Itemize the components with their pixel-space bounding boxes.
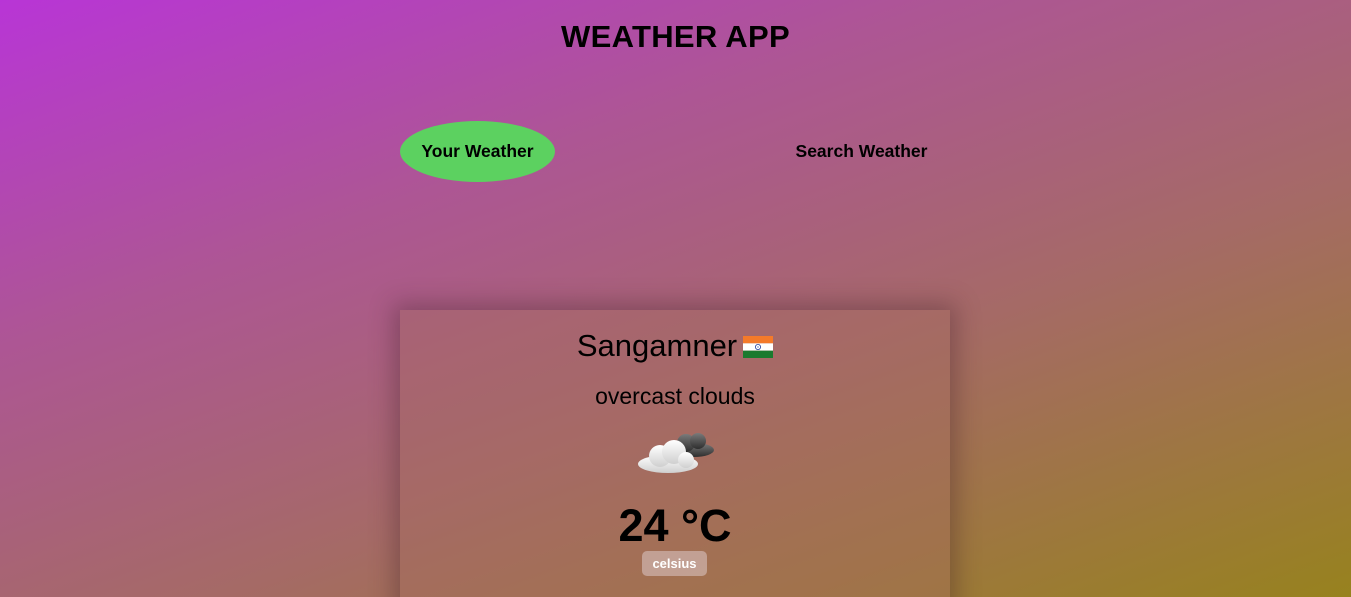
weather-description: overcast clouds	[595, 383, 755, 409]
tab-your-weather-label: Your Weather	[421, 141, 534, 161]
tab-search-weather[interactable]: Search Weather	[784, 121, 939, 182]
city-row: Sangamner	[400, 328, 950, 364]
india-flag-icon	[743, 336, 774, 358]
cloud-icon	[638, 433, 714, 473]
app-title: WEATHER APP	[561, 19, 790, 54]
tab-search-weather-label: Search Weather	[795, 141, 928, 161]
city-name: Sangamner	[576, 328, 738, 363]
tab-your-weather[interactable]: Your Weather	[400, 121, 555, 182]
temperature-value: 24 °C	[618, 500, 732, 551]
unit-badge: celsius	[642, 551, 707, 576]
weather-card: Sangamner overcast clouds 24 °C celsius	[400, 310, 950, 597]
